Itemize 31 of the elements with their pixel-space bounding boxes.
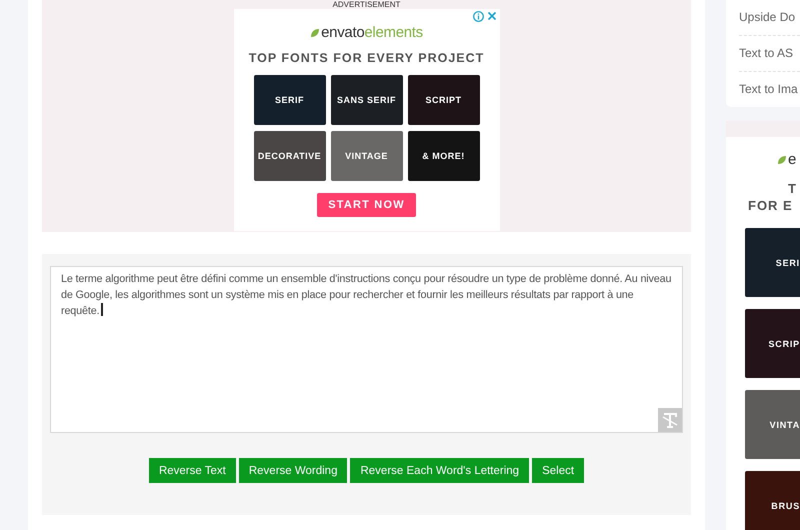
logo-wordmark: e xyxy=(788,151,796,168)
font-category-tile[interactable]: VINTAGE xyxy=(330,131,402,181)
action-button[interactable]: Reverse Each Word's Lettering xyxy=(350,458,530,483)
text-input-field[interactable]: Le terme algorithme peut être défini comme un ensemble d'instructions conçu pour résoudre un type de problème donné. Au niveau de Google, les algorithmes sont un système mis en place pour rechercher et fournir les meilleurs résultats par rapport à une requête. xyxy=(50,266,683,433)
sidebar-link[interactable]: Text to AS xyxy=(739,35,800,71)
action-button[interactable]: Select xyxy=(532,458,584,483)
font-category-tile[interactable]: VINTA xyxy=(745,390,800,459)
close-icon[interactable] xyxy=(486,11,496,21)
action-button[interactable]: Reverse Wording xyxy=(238,458,348,483)
font-category-tile[interactable]: & MORE! xyxy=(408,131,480,181)
font-category-tile[interactable]: SCRIP xyxy=(745,309,800,378)
ad-headline: FOR E xyxy=(748,197,793,214)
font-category-tile[interactable]: SANS SERIF xyxy=(330,75,402,125)
leaf-logo-icon xyxy=(777,154,787,164)
advertisement-label: ADVERTISEMENT xyxy=(332,0,400,9)
font-category-tile[interactable]: SCRIPT xyxy=(408,75,480,125)
font-category-tile[interactable]: SERIF xyxy=(254,75,326,125)
font-category-tile[interactable]: BRUS xyxy=(745,471,800,530)
info-icon[interactable] xyxy=(472,11,484,22)
logo-wordmark: envatoelements xyxy=(321,24,423,41)
text-format-icon[interactable] xyxy=(658,408,682,432)
ad-headline: T xyxy=(788,180,798,197)
ad-headline: TOP FONTS FOR EVERY PROJECT xyxy=(248,51,484,65)
action-button[interactable]: Reverse Text xyxy=(148,458,236,483)
ad-banner[interactable]: envatoelements TOP FONTS FOR EVERY PROJECT SERIF SANS SERIF SCRIPT DECORATIVE VINTAGE & MORE! START NOW xyxy=(234,9,500,231)
font-category-tile[interactable]: DECORATIVE xyxy=(254,131,326,181)
font-category-tile[interactable]: SERI xyxy=(745,228,800,297)
ad-banner[interactable]: e T FOR E SERI SCRIP VINTA BRUS xyxy=(726,137,800,530)
sidebar-link[interactable]: Upside Do xyxy=(739,0,800,35)
sidebar-link[interactable]: Text to Ima xyxy=(739,71,800,107)
leaf-logo-icon xyxy=(310,28,320,38)
